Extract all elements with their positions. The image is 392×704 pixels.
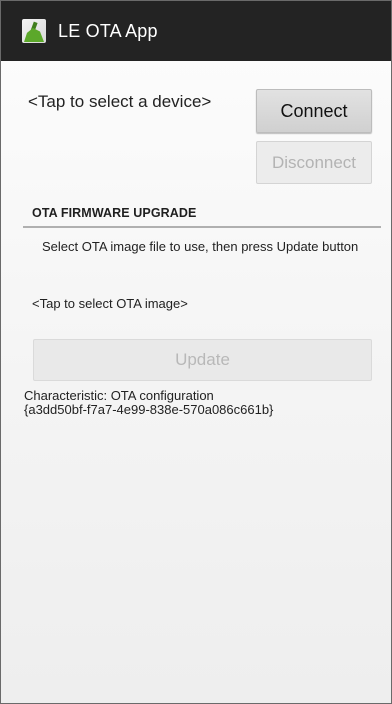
action-bar: LE OTA App bbox=[1, 1, 391, 61]
connect-button[interactable]: Connect bbox=[256, 89, 372, 133]
update-button[interactable]: Update bbox=[33, 339, 372, 381]
app-icon-leaf bbox=[24, 28, 44, 42]
select-device-label[interactable]: <Tap to select a device> bbox=[28, 92, 211, 112]
characteristic-info: Characteristic: OTA configuration {a3dd5… bbox=[24, 389, 273, 417]
ota-section-title: OTA FIRMWARE UPGRADE bbox=[32, 206, 197, 220]
app-title: LE OTA App bbox=[58, 20, 158, 41]
app-screen: LE OTA App <Tap to select a device> Conn… bbox=[0, 0, 392, 704]
android-app-icon bbox=[22, 19, 46, 43]
disconnect-button[interactable]: Disconnect bbox=[256, 141, 372, 184]
ota-instruction-text: Select OTA image file to use, then press… bbox=[42, 239, 359, 254]
select-ota-image-label[interactable]: <Tap to select OTA image> bbox=[32, 296, 188, 311]
section-divider bbox=[23, 226, 381, 228]
characteristic-uuid: {a3dd50bf-f7a7-4e99-838e-570a086c661b} bbox=[24, 402, 274, 417]
characteristic-name: Characteristic: OTA configuration bbox=[24, 388, 214, 403]
